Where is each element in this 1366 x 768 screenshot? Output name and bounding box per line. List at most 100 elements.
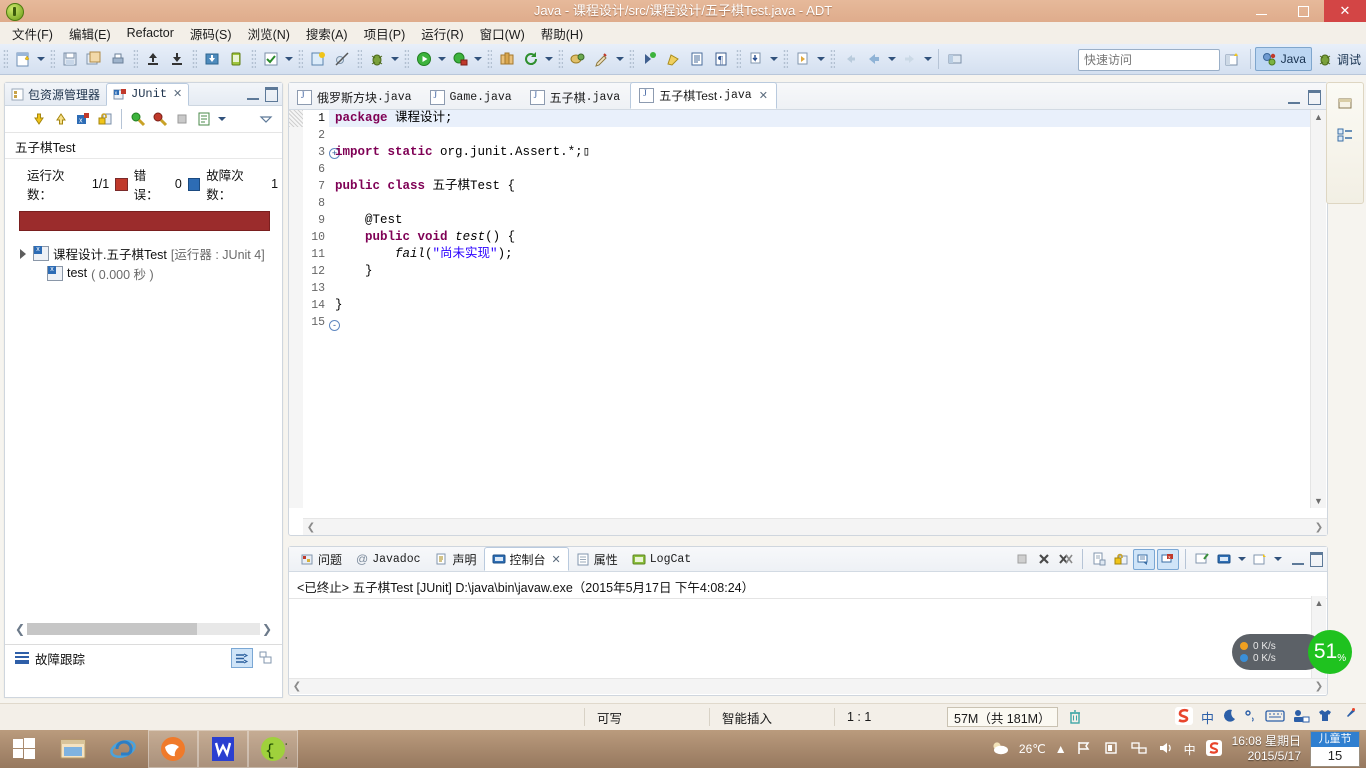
status-heap-indicator[interactable]: 57M（共 181M） bbox=[947, 707, 1058, 727]
check-icon[interactable] bbox=[260, 48, 282, 70]
check-dropdown-icon[interactable] bbox=[283, 49, 295, 69]
battery-icon[interactable] bbox=[1103, 740, 1121, 759]
new-package-icon[interactable] bbox=[496, 48, 518, 70]
print-icon[interactable] bbox=[107, 48, 129, 70]
minimize-button[interactable] bbox=[1240, 0, 1282, 22]
toolbox-icon[interactable] bbox=[1292, 708, 1310, 727]
refresh-icon[interactable] bbox=[520, 48, 542, 70]
tree-row-test[interactable]: test ( 0.000 秒 ) bbox=[5, 263, 282, 283]
tab-declaration[interactable]: 声明 bbox=[428, 548, 484, 570]
menu-run[interactable]: 运行(R) bbox=[413, 22, 471, 45]
taskbar-sogou-browser[interactable] bbox=[148, 730, 198, 768]
scroll-lock-icon[interactable] bbox=[1111, 550, 1131, 569]
maximize-console-icon[interactable] bbox=[1310, 551, 1323, 567]
taskbar-sogou-icon[interactable] bbox=[1205, 739, 1223, 760]
open-perspective-button[interactable] bbox=[1219, 48, 1246, 70]
tab-console[interactable]: 控制台 ✕ bbox=[483, 547, 569, 571]
taskbar-internet-explorer[interactable] bbox=[98, 730, 148, 768]
download-icon[interactable] bbox=[166, 48, 188, 70]
memory-usage-circle[interactable]: 51 % bbox=[1308, 630, 1352, 674]
import-icon[interactable] bbox=[201, 48, 223, 70]
weather-icon[interactable] bbox=[990, 739, 1010, 760]
back-arrow-active-icon[interactable] bbox=[863, 48, 885, 70]
open-console-dropdown-icon[interactable] bbox=[1272, 549, 1284, 569]
forward-arrow-icon[interactable] bbox=[899, 48, 921, 70]
next-annotation-dropdown-icon[interactable] bbox=[768, 49, 780, 69]
toolbar-grip-2[interactable] bbox=[50, 49, 55, 69]
run-icon[interactable] bbox=[413, 48, 435, 70]
network-speed-widget[interactable]: 0 K/s 0 K/s 51 % bbox=[1232, 630, 1352, 674]
console-scroll-right-icon[interactable]: ❯ bbox=[1311, 681, 1327, 692]
network-connection-icon[interactable] bbox=[1130, 740, 1148, 759]
android-device-icon[interactable] bbox=[225, 48, 247, 70]
open-type-icon[interactable] bbox=[567, 48, 589, 70]
toolbar-grip-14[interactable] bbox=[830, 49, 835, 69]
open-console-icon[interactable] bbox=[1250, 550, 1270, 569]
expand-arrow-icon[interactable] bbox=[19, 248, 29, 259]
upload-icon[interactable] bbox=[142, 48, 164, 70]
scroll-left-icon[interactable]: ❮ bbox=[13, 622, 27, 636]
outline-fastview-icon[interactable] bbox=[1333, 123, 1357, 147]
moon-icon[interactable] bbox=[1221, 708, 1237, 727]
lock-scroll-icon[interactable] bbox=[95, 109, 115, 129]
stop-test-icon[interactable] bbox=[172, 109, 192, 129]
toolbar-grip-7[interactable] bbox=[357, 49, 362, 69]
maximize-editor-icon[interactable] bbox=[1308, 90, 1321, 105]
last-edit-location-icon[interactable] bbox=[792, 48, 814, 70]
last-edit-dropdown-icon[interactable] bbox=[815, 49, 827, 69]
taskbar-clock[interactable]: 16:08 星期日 2015/5/17 bbox=[1232, 734, 1301, 764]
taskbar-file-explorer[interactable] bbox=[48, 730, 98, 768]
test-history-icon[interactable] bbox=[194, 109, 214, 129]
toolbar-grip-5[interactable] bbox=[251, 49, 256, 69]
toolbar-grip-8[interactable] bbox=[404, 49, 409, 69]
taskbar-wps-writer[interactable] bbox=[198, 730, 248, 768]
restore-perspective-icon[interactable] bbox=[1333, 91, 1357, 115]
previous-failure-icon[interactable] bbox=[51, 109, 71, 129]
scroll-up-icon[interactable]: ▲ bbox=[1311, 110, 1326, 124]
compare-result-icon[interactable] bbox=[256, 648, 276, 666]
scroll-thumb[interactable] bbox=[27, 623, 197, 635]
filter-stack-trace-icon[interactable] bbox=[231, 648, 253, 668]
code-lines[interactable]: package 课程设计; import static org.junit.As… bbox=[335, 110, 1311, 508]
toolbar-grip-13[interactable] bbox=[783, 49, 788, 69]
menu-source[interactable]: 源码(S) bbox=[182, 22, 240, 45]
search-type-icon[interactable] bbox=[638, 48, 660, 70]
skin-shirt-icon[interactable] bbox=[1317, 708, 1333, 727]
show-hidden-icons-icon[interactable]: ▲ bbox=[1055, 742, 1067, 756]
toolbar-grip[interactable] bbox=[3, 49, 8, 69]
tab-junit[interactable]: x JUnit ✕ bbox=[106, 82, 190, 106]
scroll-right-icon[interactable]: ❯ bbox=[1311, 522, 1327, 533]
toolbar-grip-10[interactable] bbox=[558, 49, 563, 69]
editor-tab-tetris[interactable]: 俄罗斯方块.java bbox=[289, 85, 420, 109]
calendar-widget[interactable]: 儿童节 15 bbox=[1310, 731, 1360, 767]
junit-horizontal-scrollbar[interactable]: ❮ ❯ bbox=[13, 621, 274, 637]
display-selected-console-icon[interactable] bbox=[1214, 550, 1234, 569]
open-perspective-small-icon[interactable] bbox=[944, 48, 966, 70]
tree-row-suite[interactable]: 课程设计.五子棋Test [运行器 : JUnit 4] bbox=[5, 243, 282, 263]
menu-file[interactable]: 文件(F) bbox=[4, 22, 61, 45]
sogou-input-icon[interactable] bbox=[1174, 706, 1194, 729]
debug-icon[interactable] bbox=[366, 48, 388, 70]
minimize-view-icon[interactable] bbox=[247, 88, 259, 100]
tab-package-explorer[interactable]: 包资源管理器 bbox=[5, 84, 106, 105]
scroll-right-icon[interactable]: ❯ bbox=[260, 622, 274, 636]
forward-dropdown-icon[interactable] bbox=[922, 49, 934, 69]
quick-access-field[interactable] bbox=[1078, 49, 1220, 71]
degree-icon[interactable] bbox=[1244, 708, 1258, 727]
editor-tab-gomoku-test[interactable]: 五子棋Test.java ✕ bbox=[630, 82, 777, 109]
toolbar-grip-3[interactable] bbox=[133, 49, 138, 69]
back-arrow-icon[interactable] bbox=[839, 48, 861, 70]
menu-navigate[interactable]: 浏览(N) bbox=[240, 22, 298, 45]
close-button[interactable]: ✕ bbox=[1324, 0, 1366, 22]
maximize-button[interactable] bbox=[1282, 0, 1324, 22]
outline-icon[interactable] bbox=[686, 48, 708, 70]
keyboard-icon[interactable] bbox=[1265, 709, 1285, 726]
next-annotation-icon[interactable] bbox=[745, 48, 767, 70]
editor-horizontal-scrollbar[interactable]: ❮ ❯ bbox=[303, 518, 1327, 535]
console-horizontal-scrollbar[interactable]: ❮ ❯ bbox=[289, 678, 1327, 694]
console-body[interactable]: <已终止> 五子棋Test [JUnit] D:\java\bin\javaw.… bbox=[289, 572, 1327, 694]
pin-console-icon[interactable] bbox=[1192, 550, 1212, 569]
new-class-dropdown-icon[interactable] bbox=[614, 49, 626, 69]
perspective-java[interactable]: Java bbox=[1254, 47, 1312, 71]
code-area[interactable]: 1 2 3 6 7 8 9 10 11 12 13 14 15 + - pack… bbox=[289, 110, 1327, 508]
